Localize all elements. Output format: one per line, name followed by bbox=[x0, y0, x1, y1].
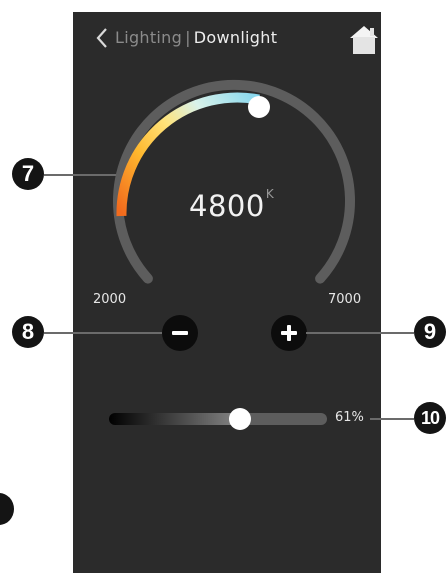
breadcrumb: Lighting | Downlight bbox=[115, 28, 277, 47]
temperature-min-label: 2000 bbox=[93, 292, 127, 307]
breadcrumb-separator: | bbox=[185, 28, 191, 47]
brightness-value: 61% bbox=[335, 410, 364, 425]
decrease-temperature-button[interactable] bbox=[162, 315, 198, 351]
breadcrumb-parent[interactable]: Lighting bbox=[115, 28, 182, 47]
temperature-unit: K bbox=[265, 187, 275, 201]
callout-7: 7 bbox=[12, 158, 44, 190]
device-screen: Lighting | Downlight 4800K 2000 7000 61% bbox=[73, 12, 381, 573]
callout-9-leader bbox=[306, 332, 414, 334]
callout-10-leader bbox=[370, 418, 414, 420]
dial-track bbox=[113, 79, 355, 284]
callout-7-leader bbox=[44, 174, 116, 176]
increase-temperature-button[interactable] bbox=[271, 315, 307, 351]
page-title: Downlight bbox=[193, 28, 278, 47]
callout-8: 8 bbox=[12, 316, 44, 348]
top-bar: Lighting | Downlight bbox=[73, 12, 381, 66]
callout-8-leader bbox=[44, 332, 162, 334]
minus-icon bbox=[172, 331, 188, 335]
callout-10: 10 bbox=[414, 402, 446, 434]
brightness-slider[interactable] bbox=[109, 413, 327, 425]
callout-marker-partial bbox=[0, 493, 14, 525]
temperature-value: 4800 bbox=[189, 189, 265, 223]
brightness-slider-thumb[interactable] bbox=[229, 408, 251, 430]
dial-handle[interactable] bbox=[248, 96, 270, 118]
temperature-max-label: 7000 bbox=[328, 292, 362, 307]
callout-9: 9 bbox=[414, 316, 446, 348]
temperature-readout: 4800K bbox=[189, 187, 275, 223]
chevron-left-icon[interactable] bbox=[93, 26, 111, 50]
home-icon[interactable] bbox=[349, 24, 379, 56]
